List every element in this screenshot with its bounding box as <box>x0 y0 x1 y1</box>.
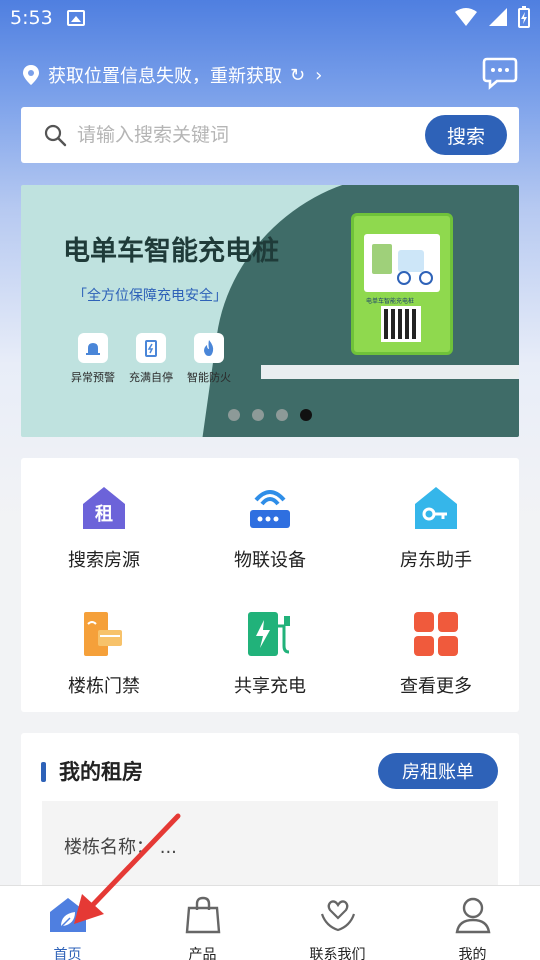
tab-contact-us[interactable]: 联系我们 <box>270 886 405 960</box>
grid-label: 物联设备 <box>234 550 306 571</box>
feature-grid: 租 搜索房源 物联设备 房东助手 楼栋门禁 共享充电 查看更多 <box>21 458 519 712</box>
carousel-dot[interactable] <box>252 409 264 421</box>
banner-rail <box>261 365 519 379</box>
location-pin-icon <box>23 65 39 85</box>
charger-label: 电单车智能充电桩 <box>366 298 415 305</box>
refresh-icon[interactable]: ↻ <box>290 65 305 86</box>
battery-full-icon <box>136 333 166 363</box>
section-title: 我的租房 <box>59 760 143 784</box>
grid-item-shared-charging[interactable]: 共享充电 <box>187 610 353 698</box>
tab-label: 首页 <box>53 947 82 960</box>
charger-device-image: 电单车智能充电桩 <box>351 213 453 355</box>
feature-label: 充满自停 <box>129 371 173 384</box>
building-name-row: 楼栋名称： ... <box>64 833 177 859</box>
more-grid-icon <box>414 612 458 656</box>
tab-label: 产品 <box>188 947 217 960</box>
rent-char: 租 <box>95 503 113 525</box>
chevron-right-icon: › <box>315 64 323 86</box>
status-bar: 5:53 <box>0 0 540 36</box>
search-bar: 搜索 <box>21 107 519 163</box>
section-accent-bar <box>41 762 46 782</box>
grid-label: 楼栋门禁 <box>68 676 140 697</box>
feature-label: 智能防火 <box>187 371 231 384</box>
location-row[interactable]: 获取位置信息失败，重新获取 ↻ › <box>22 55 518 92</box>
carousel-dot[interactable] <box>276 409 288 421</box>
banner-title: 电单车智能充电桩 <box>63 236 279 267</box>
tab-label: 我的 <box>458 947 487 960</box>
status-icons <box>454 6 530 28</box>
grid-item-landlord-assistant[interactable]: 房东助手 <box>353 484 519 572</box>
tab-home[interactable]: 首页 <box>0 886 135 960</box>
building-name-label: 楼栋名称： <box>64 837 154 858</box>
banner-feature: 异常预警 <box>63 333 123 385</box>
banner-subtitle: 「全方位保障充电安全」 <box>73 288 227 304</box>
grid-label: 搜索房源 <box>68 550 140 571</box>
signal-icon <box>489 8 507 26</box>
search-icon <box>44 124 67 147</box>
heart-hands-icon <box>320 900 355 932</box>
image-notification-icon <box>66 10 85 26</box>
battery-icon <box>518 6 530 28</box>
carousel-indicator <box>21 409 519 421</box>
door-access-icon <box>84 612 122 656</box>
home-leaf-icon <box>49 898 86 932</box>
bag-icon <box>185 896 220 934</box>
chat-bubble-icon[interactable] <box>482 55 518 91</box>
tab-products[interactable]: 产品 <box>135 886 270 960</box>
grid-label: 查看更多 <box>400 676 472 697</box>
fire-icon <box>194 333 224 363</box>
house-key-icon <box>415 487 457 529</box>
alarm-icon <box>78 333 108 363</box>
banner-feature: 智能防火 <box>179 333 239 385</box>
router-icon <box>250 490 290 528</box>
tab-label: 联系我们 <box>309 947 366 960</box>
wifi-icon <box>455 8 477 26</box>
location-status-text: 获取位置信息失败，重新获取 <box>48 66 282 87</box>
grid-label: 房东助手 <box>400 550 472 571</box>
user-icon <box>455 897 490 934</box>
grid-item-search-housing[interactable]: 租 搜索房源 <box>21 484 187 572</box>
carousel-dot[interactable] <box>228 409 240 421</box>
promo-banner[interactable]: 电单车智能充电桩 「全方位保障充电安全」 异常预警 充满自停 智能防火 电单车智… <box>21 185 519 437</box>
rent-house-icon: 租 <box>83 487 125 529</box>
search-input[interactable] <box>77 124 407 146</box>
search-button[interactable]: 搜索 <box>425 115 507 155</box>
bottom-tab-bar: 首页 产品 联系我们 我的 <box>0 885 540 960</box>
charging-station-icon <box>248 612 290 656</box>
banner-feature: 充满自停 <box>121 333 181 385</box>
charger-screen <box>364 234 440 292</box>
rent-bill-button[interactable]: 房租账单 <box>378 753 498 789</box>
grid-item-view-more[interactable]: 查看更多 <box>353 610 519 698</box>
qr-code-icon <box>381 306 421 342</box>
building-name-value: ... <box>159 837 177 858</box>
status-time: 5:53 <box>10 7 53 29</box>
grid-item-iot-devices[interactable]: 物联设备 <box>187 484 353 572</box>
tab-mine[interactable]: 我的 <box>405 886 540 960</box>
feature-label: 异常预警 <box>71 371 115 384</box>
grid-label: 共享充电 <box>234 676 306 697</box>
grid-item-building-access[interactable]: 楼栋门禁 <box>21 610 187 698</box>
carousel-dot-active[interactable] <box>300 409 312 421</box>
